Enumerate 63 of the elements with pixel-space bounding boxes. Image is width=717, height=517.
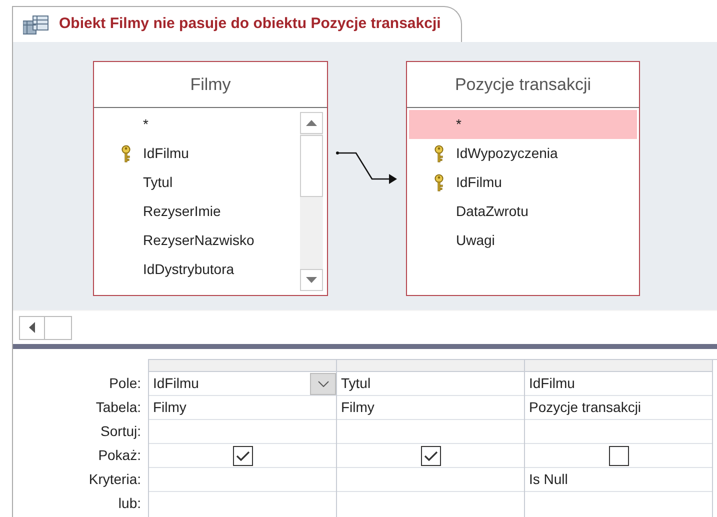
dropdown-button[interactable] — [310, 372, 336, 394]
field-name: RezyserImie — [143, 202, 221, 221]
field-row[interactable]: IdFilmu — [409, 168, 637, 197]
field-row[interactable]: IdDystrybutora — [96, 255, 325, 284]
row-label: Tabela: — [96, 398, 141, 416]
field-name: * — [456, 115, 462, 134]
criteria-cell[interactable]: Is Null — [525, 468, 712, 492]
scroll-thumb[interactable] — [300, 135, 323, 197]
table-cell[interactable]: Pozycje transakcji — [525, 396, 712, 420]
row-label: Sortuj: — [100, 422, 141, 441]
scrollbar[interactable] — [300, 112, 323, 291]
table-title: Pozycje transakcji — [454, 74, 592, 96]
field-name: * — [143, 115, 148, 134]
scroll-thumb[interactable] — [45, 316, 72, 340]
down-triangle-icon — [306, 277, 317, 283]
key-icon — [121, 144, 131, 162]
field-name: IdFilmu — [456, 173, 502, 192]
field-name: IdDystrybutora — [143, 260, 234, 279]
field-row[interactable]: * — [96, 110, 325, 139]
field-name: DataZwrotu — [456, 202, 528, 221]
field-cell[interactable]: Tytul — [337, 372, 524, 396]
field-row[interactable]: RezyserImie — [96, 197, 325, 226]
checkmark-icon — [424, 450, 438, 460]
field-row[interactable]: DataZwrotu — [409, 197, 637, 226]
checkmark-icon — [236, 450, 250, 460]
checkbox[interactable] — [420, 446, 440, 466]
field-row[interactable]: * — [409, 110, 637, 139]
table-cell[interactable]: Filmy — [337, 396, 524, 420]
table-cell[interactable]: Filmy — [149, 396, 336, 420]
field-name: IdWypozyczenia — [456, 144, 558, 163]
row-label: Pokaż: — [98, 446, 141, 464]
field-row[interactable]: IdWypozyczenia — [409, 139, 637, 168]
row-label: Kryteria: — [88, 470, 141, 489]
field-name: Uwagi — [456, 231, 495, 250]
document-tab[interactable]: Obiekt Filmy nie pasuje do obiektu Pozycje transakcji — [12, 6, 462, 42]
scroll-down-button[interactable] — [300, 269, 323, 291]
row-label: Pole: — [109, 374, 141, 392]
relationship-arrow — [336, 149, 398, 187]
table-box[interactable]: Pozycje transakcji * IdWypozyczenia IdFilmu DataZwrotu Uwagi — [406, 61, 640, 296]
field-name: Tytul — [143, 173, 173, 192]
field-cell[interactable]: IdFilmu — [525, 372, 712, 396]
field-cell[interactable]: IdFilmu — [149, 372, 336, 396]
checkbox[interactable] — [608, 446, 628, 466]
column-selector[interactable] — [525, 360, 712, 372]
field-row[interactable]: Tytul — [96, 168, 325, 197]
checkbox[interactable] — [232, 446, 252, 466]
left-triangle-icon — [29, 322, 35, 333]
table-title: Filmy — [190, 74, 231, 96]
key-icon — [434, 174, 444, 192]
field-row[interactable]: IdFilmu — [96, 139, 325, 168]
up-triangle-icon — [306, 120, 317, 126]
field-name: RezyserNazwisko — [143, 231, 254, 250]
field-name: IdFilmu — [143, 144, 189, 163]
query-icon — [23, 14, 49, 34]
table-box[interactable]: Filmy * IdFilmu Tytul RezyserImie RezyserNazwisko IdDystrybutora — [93, 61, 328, 296]
tab-title: Obiekt Filmy nie pasuje do obiektu Pozycje transakcji — [59, 14, 441, 34]
scroll-up-button[interactable] — [300, 112, 323, 134]
chevron-down-icon — [318, 380, 328, 386]
field-row[interactable]: Uwagi — [409, 226, 637, 255]
key-icon — [434, 144, 444, 162]
row-label: lub: — [118, 494, 141, 512]
scroll-left-button[interactable] — [19, 316, 45, 340]
field-row[interactable]: RezyserNazwisko — [96, 226, 325, 255]
